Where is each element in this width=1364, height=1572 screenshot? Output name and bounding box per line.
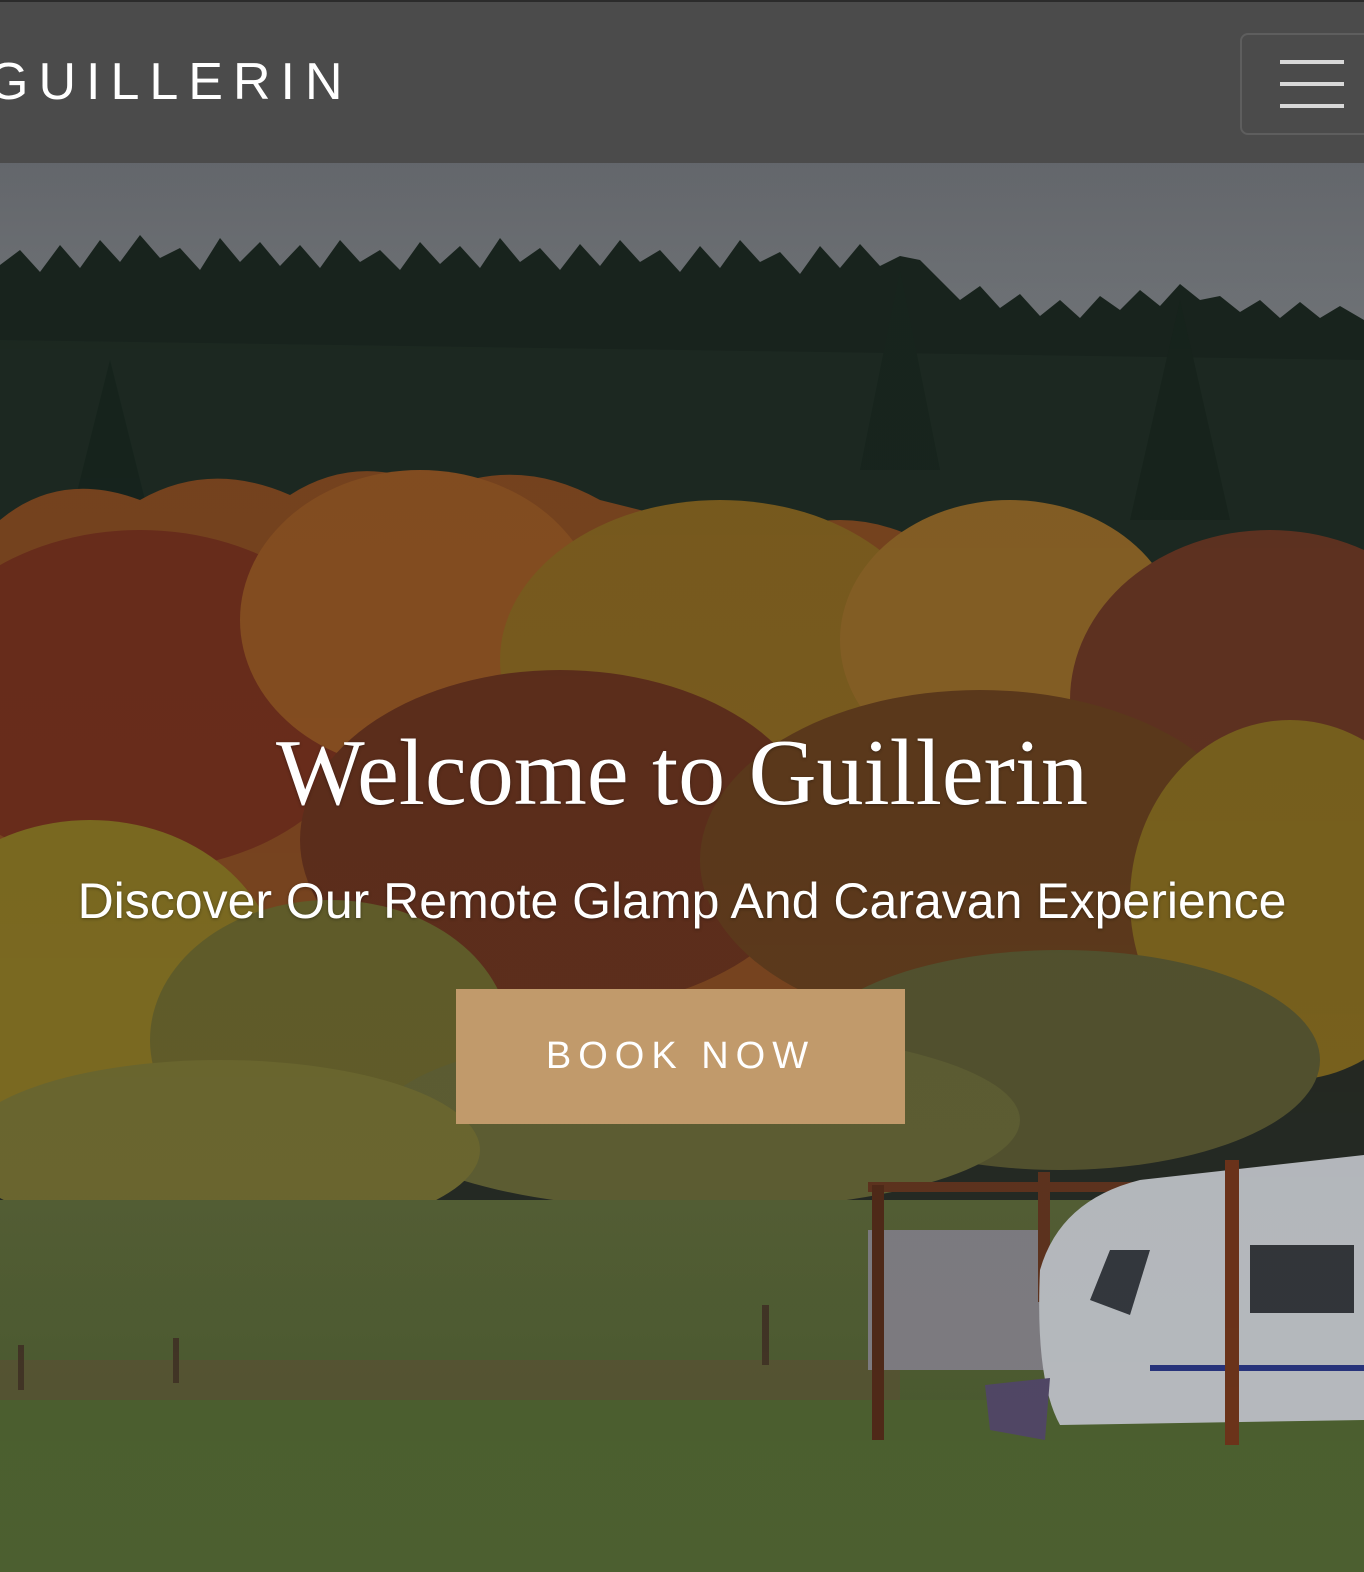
hero-title: Welcome to Guillerin: [275, 721, 1089, 825]
hero-section: Welcome to Guillerin Discover Our Remote…: [0, 0, 1364, 1572]
menu-toggle-button[interactable]: [1240, 33, 1364, 135]
book-now-button[interactable]: BOOK NOW: [456, 989, 905, 1124]
hero-subtitle: Discover Our Remote Glamp And Caravan Ex…: [77, 873, 1287, 929]
brand-logo-text[interactable]: GUILLERIN: [0, 52, 353, 112]
top-navbar: GUILLERIN: [0, 0, 1364, 163]
